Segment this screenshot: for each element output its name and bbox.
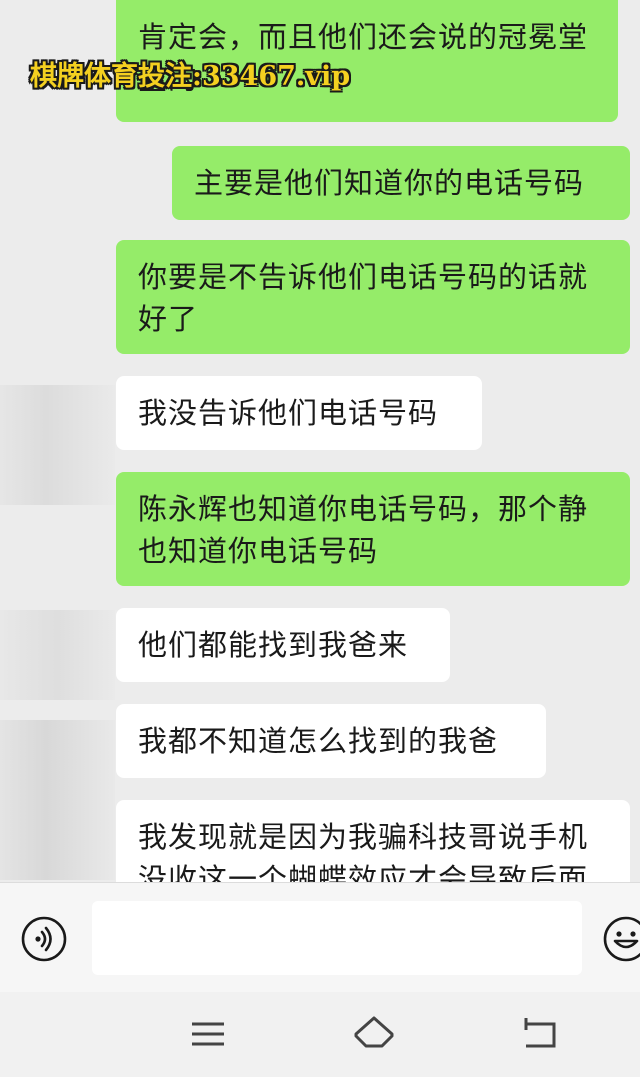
voice-icon[interactable] [20,915,68,963]
message-text: 陈永辉也知道你电话号码，那个静也知道你电话号码 [138,492,589,568]
message-bubble-sent[interactable]: 主要是他们知道你的电话号码 [172,146,630,220]
message-text: 主要是他们知道你的电话号码 [194,166,585,200]
message-bubble-received[interactable]: 我没告诉他们电话号码 [116,376,482,450]
contact-avatar[interactable] [0,385,115,505]
message-text: 他们都能找到我爸来 [138,628,409,662]
message-text: 你要是不告诉他们电话号码的话就好了 [138,260,589,336]
system-navigation-bar [0,992,640,1077]
back-icon[interactable] [518,1012,562,1056]
message-bubble-received[interactable]: 他们都能找到我爸来 [116,608,450,682]
contact-avatar[interactable] [0,610,115,700]
contact-avatar[interactable] [0,720,115,880]
message-bubble-sent[interactable]: 你要是不告诉他们电话号码的话就好了 [116,240,630,354]
menu-icon[interactable] [186,1012,230,1056]
message-text: 我没告诉他们电话号码 [138,396,439,430]
emoji-icon[interactable] [602,915,640,963]
message-text: 我发现就是因为我骗科技哥说手机没收这一个蝴蝶效应才会导致后面 [138,820,589,882]
message-input[interactable] [92,901,582,975]
message-text: 我都不知道怎么找到的我爸 [138,724,499,758]
message-bubble-received[interactable]: 我发现就是因为我骗科技哥说手机没收这一个蝴蝶效应才会导致后面 [116,800,630,882]
home-icon[interactable] [352,1012,396,1056]
message-bubble-received[interactable]: 我都不知道怎么找到的我爸 [116,704,546,778]
chat-input-bar [0,882,640,993]
chat-message-list[interactable]: 肯定会，而且他们还会说的冠冕堂皇的 主要是他们知道你的电话号码 你要是不告诉他们… [0,0,640,882]
watermark-text: 棋牌体育投注:33467.vip [30,61,351,92]
message-bubble-sent[interactable]: 陈永辉也知道你电话号码，那个静也知道你电话号码 [116,472,630,586]
